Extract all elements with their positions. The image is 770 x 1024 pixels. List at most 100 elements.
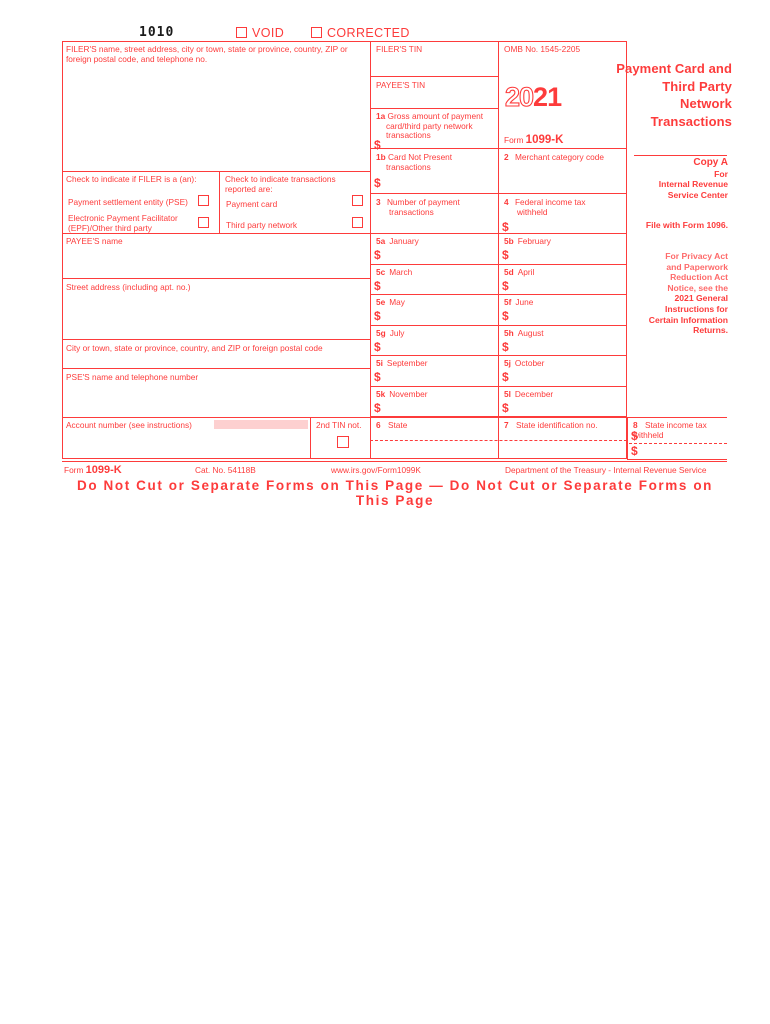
payee-tin-field[interactable]: PAYEE'S TIN [372, 79, 498, 109]
box-5j-field[interactable]: 5j October [500, 357, 626, 386]
second-tin-checkbox[interactable] [337, 436, 349, 448]
box-5g-field[interactable]: 5g July [372, 327, 498, 356]
copy-a-file-with: File with Form 1096. [645, 220, 728, 231]
copy-a-spacer-1 [628, 200, 728, 206]
box-1b-number: 1b [376, 152, 386, 162]
box-5i-month-name: September [386, 358, 428, 368]
form-label: Form [504, 135, 524, 145]
txn-check-header-line1: Check to indicate transactions [225, 174, 336, 184]
box-1a-line1: Gross amount of payment [387, 111, 484, 121]
account-number-shaded-area [214, 420, 308, 429]
tax-year-prefix: 20 [504, 81, 534, 112]
box-5l-number: 5l [504, 388, 511, 399]
box-5i-dollar-sign: $ [374, 370, 381, 384]
box-6-field[interactable]: 6 State [372, 419, 498, 459]
footer-form-label: Form [64, 465, 84, 475]
copy-a-notice-bold-line1: 2021 General [674, 293, 728, 304]
copy-a-block: Copy A For Internal Revenue Service Cent… [628, 157, 728, 336]
divider-month-row-5 [370, 416, 627, 417]
divider-month-row-0 [370, 263, 627, 265]
filer-option-epf-label: Electronic Payment Facilitator (EPF)/Oth… [68, 213, 203, 233]
box-5l-dollar-sign: $ [502, 400, 509, 415]
box-4-number: 4 [504, 197, 509, 207]
divider-account-tin-vertical [310, 417, 311, 459]
box-1b-line1: Card Not Present [388, 152, 453, 162]
box-7-number: 7 [504, 420, 509, 430]
void-checkbox-group[interactable]: VOID [236, 26, 284, 40]
box-2-field[interactable]: 2 Merchant category code [500, 151, 626, 188]
filer-check-header: Check to indicate if FILER is a (an): [66, 174, 197, 184]
divider-box8-top [627, 417, 727, 418]
void-checkbox[interactable] [236, 27, 247, 38]
box-7-field[interactable]: 7 State identification no. [500, 419, 626, 459]
box-5a-month-name: January [389, 236, 419, 246]
city-state-zip-label: City or town, state or province, country… [66, 343, 323, 353]
copy-a-notice-line4: Notice, see the [667, 282, 728, 293]
box-4-field[interactable]: 4 Federal income tax withheld [500, 196, 626, 232]
pse-name-phone-field[interactable]: PSE'S name and telephone number [62, 371, 370, 416]
copy-a-for: For [714, 168, 728, 179]
footer-top-rule [62, 461, 727, 462]
box-1b-field[interactable]: 1b Card Not Present transactions [372, 151, 498, 188]
box-5f-field[interactable]: 5f June [500, 296, 626, 325]
corrected-checkbox-group[interactable]: CORRECTED [311, 26, 410, 40]
box-5c-month-name: March [389, 266, 413, 277]
box-5e-field[interactable]: 5e May [372, 296, 498, 325]
box-8-field[interactable]: 8 State income tax withheld [629, 419, 727, 459]
box-5k-field[interactable]: 5k November [372, 388, 498, 417]
box-6-number: 6 [376, 420, 381, 430]
city-state-zip-field[interactable]: City or town, state or province, country… [62, 342, 370, 369]
box-5j-month-name: October [514, 358, 545, 368]
pse-checkbox[interactable] [198, 195, 209, 206]
box-5b-dollar-sign: $ [502, 248, 509, 262]
grid-vertical-divider-upper-right [498, 41, 499, 148]
copy-a-notice-bold-line4: Returns. [693, 325, 728, 336]
box-5e-dollar-sign: $ [374, 309, 381, 323]
third-party-network-checkbox[interactable] [352, 217, 363, 228]
filer-name-field[interactable]: FILER'S name, street address, city or to… [62, 43, 370, 171]
corrected-checkbox[interactable] [311, 27, 322, 38]
box-4-line1: Federal income tax [514, 197, 586, 207]
txn-check-header-line2: reported are: [225, 183, 273, 194]
box-8-label: State income tax withheld [633, 420, 707, 440]
copy-a-agency-line2: Service Center [667, 189, 728, 200]
footer-url[interactable]: www.irs.gov/Form1099K [331, 465, 421, 475]
box-5h-field[interactable]: 5h August [500, 327, 626, 356]
copy-a-notice-line3: Reduction Act [670, 272, 728, 283]
box-5h-dollar-sign: $ [502, 339, 509, 354]
box-5i-field[interactable]: 5i September [372, 357, 498, 386]
do-not-cut-notice: Do Not Cut or Separate Forms on This Pag… [76, 478, 714, 508]
divider-filer-tin-bottom [370, 76, 498, 77]
box-5d-dollar-sign: $ [502, 278, 509, 293]
corrected-label: CORRECTED [327, 26, 410, 40]
box-5i-number: 5i [376, 358, 383, 368]
grid-vertical-divider-main [370, 41, 371, 459]
filer-tin-field[interactable]: FILER'S TIN [372, 43, 498, 79]
txn-option-third-party-label: Third party network [226, 220, 297, 231]
box-5d-field[interactable]: 5d April [500, 266, 626, 295]
form-number-block: Form 1099-K [504, 134, 563, 146]
divider-box7-box8-vertical [627, 417, 628, 459]
box-5l-field[interactable]: 5l December [500, 388, 626, 417]
epf-label-line1: Electronic Payment Facilitator [68, 213, 178, 223]
box-3-number: 3 [376, 197, 381, 207]
box-5a-field[interactable]: 5a January [372, 235, 498, 264]
form-1099k-page: 1010 VOID CORRECTED FILER'S name, street… [0, 0, 770, 1024]
form-title-line-1: Payment Card and [616, 61, 732, 76]
copy-a-notice-line1: For Privacy Act [665, 250, 728, 261]
copy-a-notice-bold-line2: Instructions for [664, 303, 728, 314]
payee-name-field[interactable]: PAYEE'S name [62, 235, 370, 280]
epf-checkbox[interactable] [198, 217, 209, 228]
tax-year-suffix: 21 [533, 82, 562, 112]
box-5c-field[interactable]: 5c March [372, 266, 498, 295]
box-5b-field[interactable]: 5b February [500, 235, 626, 264]
box-5d-number: 5d [504, 266, 514, 277]
form-title-block: Payment Card and Third Party Network Tra… [592, 60, 732, 130]
divider-payee-tin-bottom [370, 108, 498, 109]
form-number: 1099-K [525, 134, 564, 146]
payment-card-checkbox[interactable] [352, 195, 363, 206]
box-3-field[interactable]: 3 Number of payment transactions [372, 196, 498, 232]
box-1a-field[interactable]: 1a Gross amount of payment card/third pa… [372, 110, 498, 148]
street-address-field[interactable]: Street address (including apt. no.) [62, 281, 370, 341]
box-1a-line3: transactions [386, 130, 431, 141]
